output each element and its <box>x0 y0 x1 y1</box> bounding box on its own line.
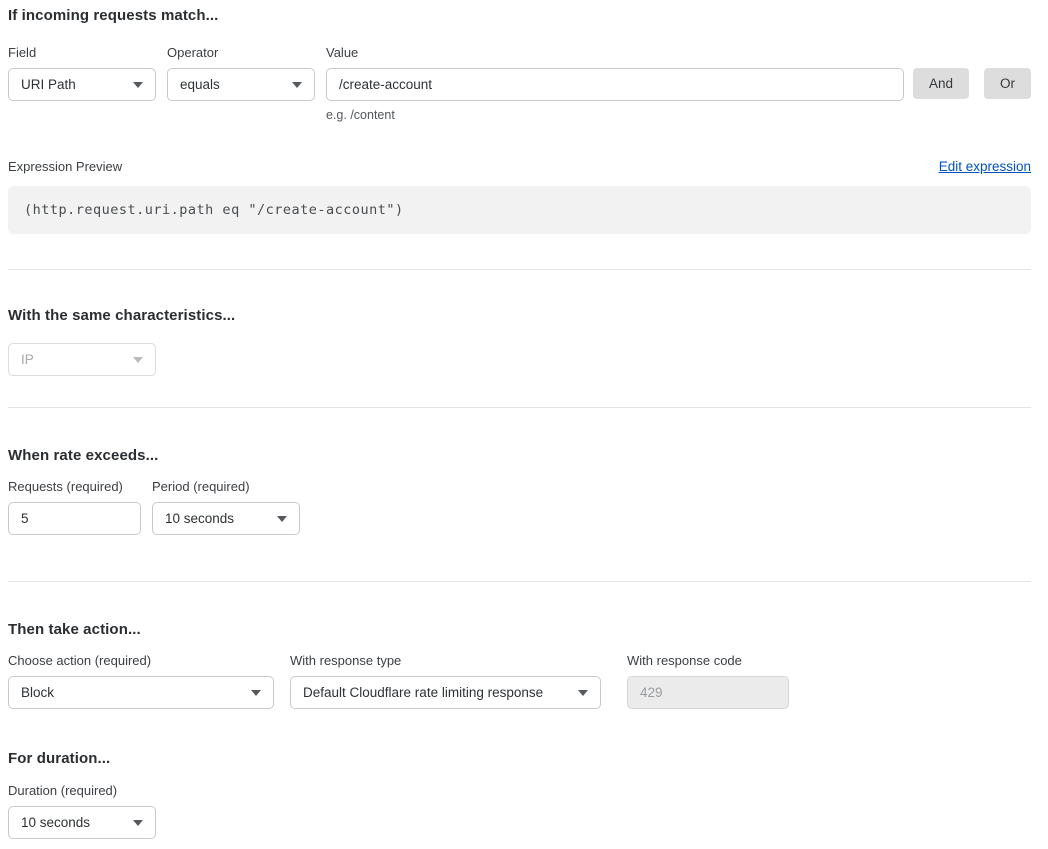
section-divider <box>8 269 1031 270</box>
expression-preview-label: Expression Preview <box>8 159 122 174</box>
chevron-down-icon <box>133 82 143 88</box>
match-section-heading: If incoming requests match... <box>8 7 1031 24</box>
value-input[interactable] <box>326 68 904 101</box>
chevron-down-icon <box>578 690 588 696</box>
characteristic-select: IP <box>8 343 156 376</box>
chevron-down-icon <box>277 516 287 522</box>
duration-select[interactable]: 10 seconds <box>8 806 156 839</box>
response-type-select-value: Default Cloudflare rate limiting respons… <box>303 685 543 700</box>
section-divider <box>8 407 1031 408</box>
period-select[interactable]: 10 seconds <box>152 502 300 535</box>
period-label: Period (required) <box>152 479 300 494</box>
or-button[interactable]: Or <box>984 68 1031 99</box>
response-type-select[interactable]: Default Cloudflare rate limiting respons… <box>290 676 601 709</box>
response-type-label: With response type <box>290 653 601 668</box>
characteristic-select-value: IP <box>21 352 34 367</box>
duration-section-heading: For duration... <box>8 750 1031 767</box>
characteristics-section-heading: With the same characteristics... <box>8 307 1031 324</box>
chevron-down-icon <box>251 690 261 696</box>
section-take-action: Then take action... Choose action (requi… <box>8 621 1031 709</box>
response-code-input <box>627 676 789 709</box>
section-rate-exceeds: When rate exceeds... Requests (required)… <box>8 447 1031 535</box>
field-select[interactable]: URI Path <box>8 68 156 101</box>
operator-select[interactable]: equals <box>167 68 315 101</box>
choose-action-select[interactable]: Block <box>8 676 274 709</box>
rate-section-heading: When rate exceeds... <box>8 447 1031 464</box>
response-code-label: With response code <box>627 653 789 668</box>
chevron-down-icon <box>133 357 143 363</box>
duration-label: Duration (required) <box>8 783 156 798</box>
action-section-heading: Then take action... <box>8 621 1031 638</box>
value-label: Value <box>326 45 904 60</box>
requests-label: Requests (required) <box>8 479 141 494</box>
section-divider <box>8 581 1031 582</box>
value-helper-text: e.g. /content <box>326 108 904 122</box>
choose-action-label: Choose action (required) <box>8 653 274 668</box>
field-select-value: URI Path <box>21 77 76 92</box>
rate-limiting-rule-form: If incoming requests match... Field URI … <box>0 0 1048 849</box>
chevron-down-icon <box>133 820 143 826</box>
section-for-duration: For duration... Duration (required) 10 s… <box>8 750 1031 839</box>
chevron-down-icon <box>292 82 302 88</box>
duration-select-value: 10 seconds <box>21 815 90 830</box>
requests-input[interactable] <box>8 502 141 535</box>
expression-preview-box: (http.request.uri.path eq "/create-accou… <box>8 186 1031 234</box>
operator-label: Operator <box>167 45 315 60</box>
section-incoming-requests-match: If incoming requests match... Field URI … <box>8 7 1031 234</box>
field-label: Field <box>8 45 156 60</box>
edit-expression-link[interactable]: Edit expression <box>939 159 1031 174</box>
and-button[interactable]: And <box>913 68 969 99</box>
operator-select-value: equals <box>180 77 220 92</box>
section-same-characteristics: With the same characteristics... IP <box>8 307 1031 376</box>
choose-action-select-value: Block <box>21 685 54 700</box>
period-select-value: 10 seconds <box>165 511 234 526</box>
